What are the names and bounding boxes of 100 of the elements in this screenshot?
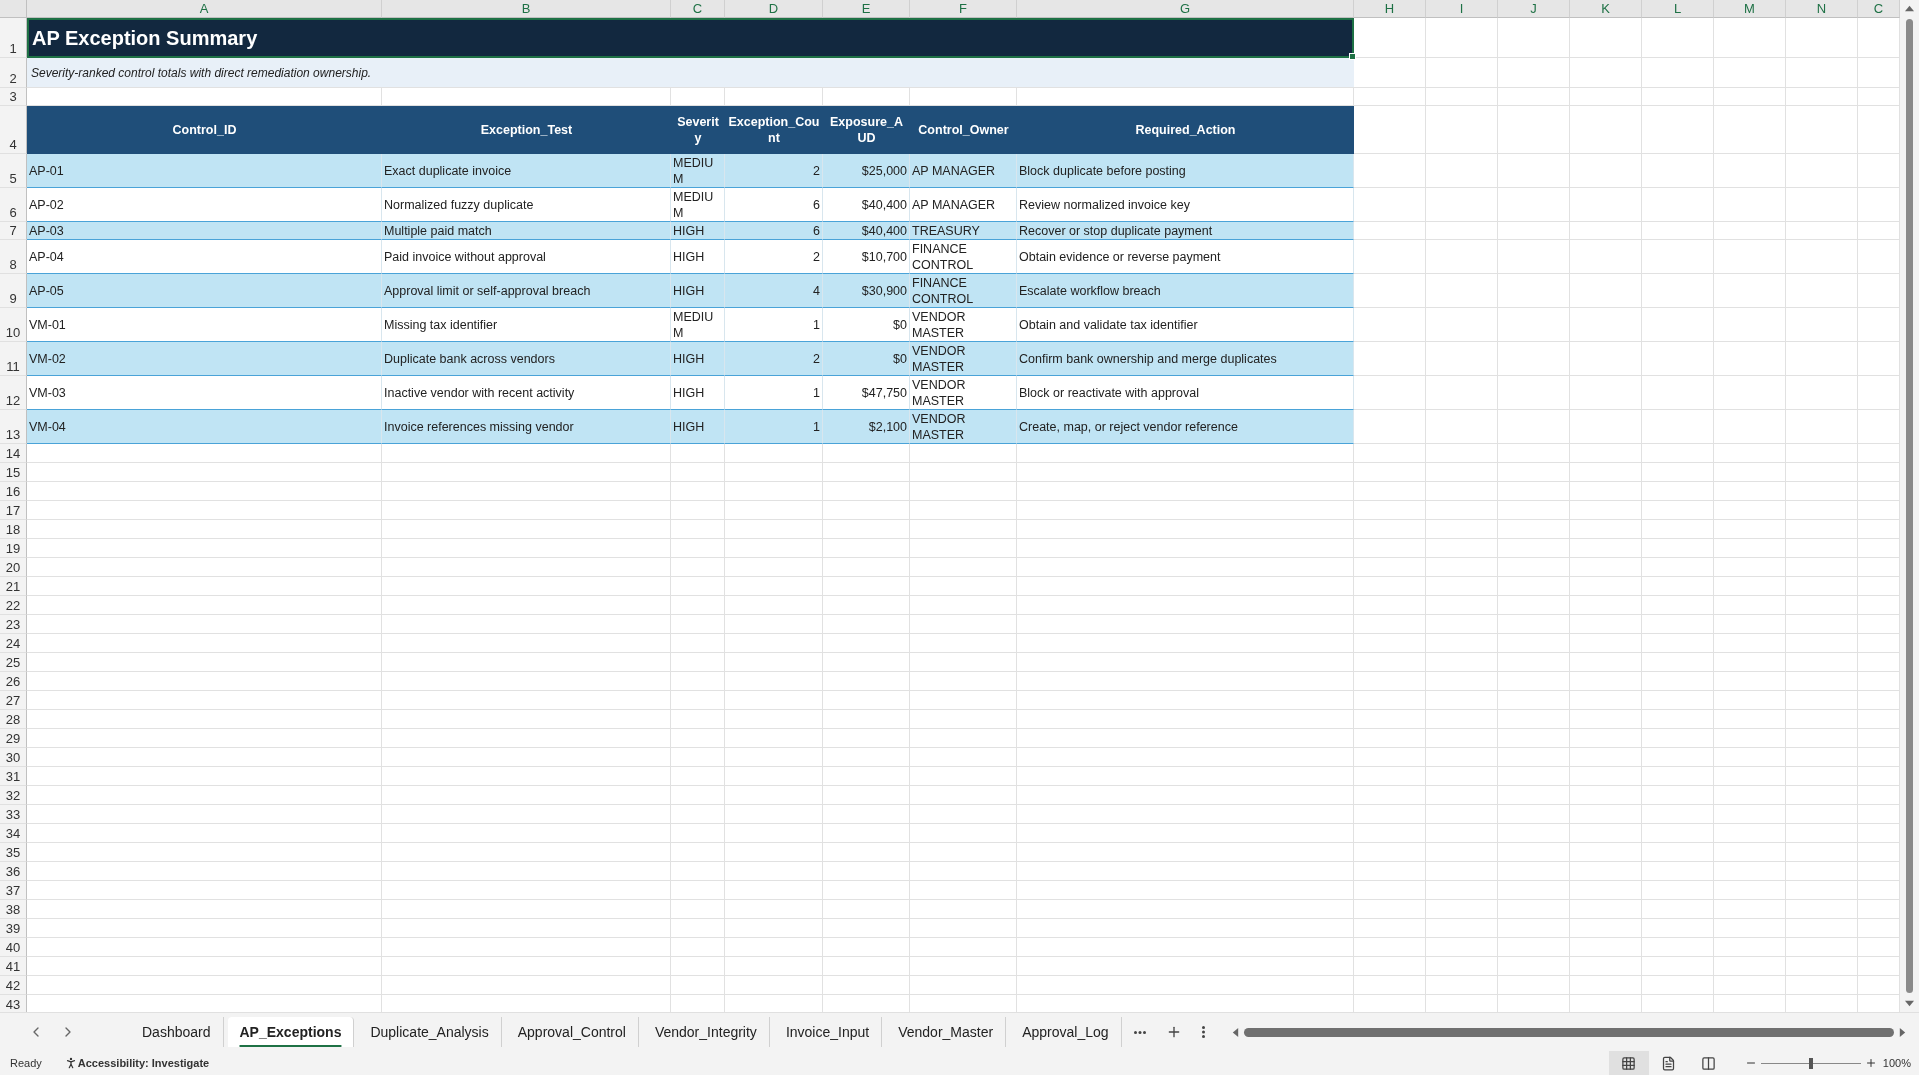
table-cell: AP-03 <box>27 222 382 240</box>
row-number: 22 <box>0 596 27 615</box>
row-number: 20 <box>0 558 27 577</box>
table-cell: Escalate workflow breach <box>1017 274 1354 308</box>
sheet-tab[interactable]: Dashboard <box>130 1017 224 1047</box>
column-letter[interactable]: H <box>1354 0 1426 18</box>
table-cell: VM-02 <box>27 342 382 376</box>
zoom-in-icon <box>1864 1057 1877 1069</box>
column-letter[interactable]: F <box>910 0 1017 18</box>
scrollbar-thumb[interactable] <box>1906 19 1913 993</box>
sheet-tab[interactable]: Vendor_Master <box>886 1017 1007 1047</box>
scroll-up-icon[interactable] <box>1905 4 1914 13</box>
table-cell: $47,750 <box>823 376 910 410</box>
row-number: 27 <box>0 691 27 710</box>
table-cell: $2,100 <box>823 410 910 444</box>
table-cell: $40,400 <box>823 188 910 222</box>
row-number: 43 <box>0 995 27 1012</box>
row-number: 14 <box>0 444 27 463</box>
accessibility-status[interactable]: Accessibility: Investigate <box>77 1057 210 1069</box>
sheet-tab[interactable]: Approval_Log <box>1010 1017 1122 1047</box>
row-number: 40 <box>0 938 27 957</box>
column-letter[interactable]: E <box>823 0 910 18</box>
table-cell: Inactive vendor with recent activity <box>382 376 671 410</box>
table-cell: FINANCE CONTROL <box>910 240 1017 274</box>
table-cell: $0 <box>823 342 910 376</box>
row-number: 4 <box>0 106 27 154</box>
table-cell: Approval limit or self-approval breach <box>382 274 671 308</box>
sheet-subtitle: Severity-ranked control totals with direct remediation ownership. <box>27 58 1354 88</box>
column-heading: Control_Owner <box>910 106 1017 154</box>
column-letter[interactable]: G <box>1017 0 1354 18</box>
zoom-level[interactable]: 100% <box>1882 1057 1911 1069</box>
table-cell: $25,000 <box>823 154 910 188</box>
table-cell: Exact duplicate invoice <box>382 154 671 188</box>
table-cell: Duplicate bank across vendors <box>382 342 671 376</box>
row-number: 7 <box>0 222 27 240</box>
table-cell: $10,700 <box>823 240 910 274</box>
sheet-tab[interactable]: Vendor_Integrity <box>642 1017 770 1047</box>
row-number: 18 <box>0 520 27 539</box>
column-letter[interactable]: J <box>1498 0 1570 18</box>
view-button[interactable] <box>1608 1051 1649 1075</box>
table-cell: 1 <box>725 308 823 342</box>
row-number: 15 <box>0 463 27 482</box>
row-number: 34 <box>0 824 27 843</box>
table-cell: AP-02 <box>27 188 382 222</box>
table-cell: MEDIUM <box>671 308 725 342</box>
table-cell: $40,400 <box>823 222 910 240</box>
table-cell: TREASURY <box>910 222 1017 240</box>
page-icon <box>1661 1055 1677 1071</box>
table-cell: $0 <box>823 308 910 342</box>
row-number: 26 <box>0 672 27 691</box>
column-letter[interactable]: K <box>1570 0 1642 18</box>
more-icon <box>1133 1030 1146 1034</box>
column-letter[interactable]: D <box>725 0 823 18</box>
table-cell: 2 <box>725 240 823 274</box>
table-cell: Review normalized invoice key <box>1017 188 1354 222</box>
row-number: 32 <box>0 786 27 805</box>
sheet-tab[interactable]: AP_Exceptions <box>227 1017 355 1047</box>
scroll-left-icon[interactable] <box>1230 1027 1240 1037</box>
table-cell: VENDOR MASTER <box>910 308 1017 342</box>
column-letter[interactable]: M <box>1714 0 1786 18</box>
page-break-icon <box>1701 1055 1717 1071</box>
row-number: 12 <box>0 376 27 410</box>
row-number: 16 <box>0 482 27 501</box>
table-cell: HIGH <box>671 342 725 376</box>
table-cell: HIGH <box>671 376 725 410</box>
column-letter[interactable]: C <box>1858 0 1900 18</box>
sheet-tab[interactable]: Approval_Control <box>505 1017 639 1047</box>
table-cell: 6 <box>725 188 823 222</box>
scrollbar-thumb[interactable] <box>1243 1027 1894 1037</box>
zoom-slider-thumb[interactable] <box>1808 1057 1813 1069</box>
column-letter[interactable]: N <box>1786 0 1858 18</box>
column-letter[interactable]: A <box>27 0 382 18</box>
column-heading: Required_Action <box>1017 106 1354 154</box>
table-cell: 6 <box>725 222 823 240</box>
column-letter[interactable]: C <box>671 0 725 18</box>
sheet-title[interactable]: AP Exception Summary <box>27 18 1354 58</box>
table-cell: HIGH <box>671 410 725 444</box>
row-number: 25 <box>0 653 27 672</box>
row-number: 38 <box>0 900 27 919</box>
table-cell: AP-04 <box>27 240 382 274</box>
table-cell: HIGH <box>671 222 725 240</box>
sheet-tab[interactable]: Invoice_Input <box>773 1017 883 1047</box>
column-letter[interactable]: L <box>1642 0 1714 18</box>
grid-icon <box>1621 1055 1637 1071</box>
row-number: 30 <box>0 748 27 767</box>
row-number: 8 <box>0 240 27 274</box>
table-cell: Invoice references missing vendor <box>382 410 671 444</box>
table-cell: MEDIUM <box>671 188 725 222</box>
column-heading: Control_ID <box>27 106 382 154</box>
sheet-tab[interactable]: Duplicate_Analysis <box>358 1017 502 1047</box>
column-letter[interactable]: B <box>382 0 671 18</box>
scroll-down-icon[interactable] <box>1905 999 1914 1008</box>
column-letter[interactable]: I <box>1426 0 1498 18</box>
table-cell: VENDOR MASTER <box>910 376 1017 410</box>
table-cell: Block duplicate before posting <box>1017 154 1354 188</box>
select-all-corner[interactable] <box>0 0 27 18</box>
table-cell: Obtain and validate tax identifier <box>1017 308 1354 342</box>
row-number: 5 <box>0 154 27 188</box>
scroll-right-icon[interactable] <box>1898 1027 1907 1037</box>
table-cell: 1 <box>725 410 823 444</box>
